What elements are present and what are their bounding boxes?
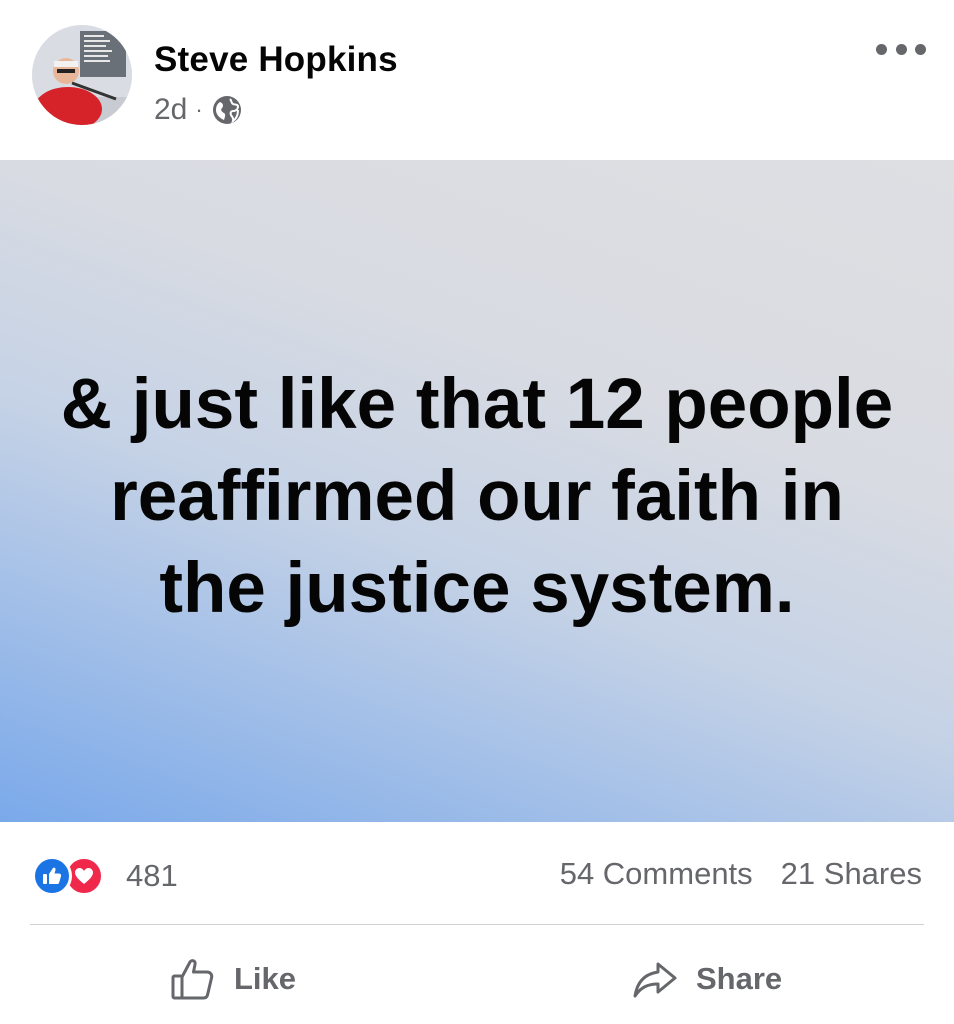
like-button[interactable]: Like [170, 950, 296, 1008]
more-options-icon[interactable] [876, 38, 926, 60]
like-label: Like [234, 961, 297, 996]
divider [30, 924, 924, 925]
reactions-summary[interactable]: 481 [32, 856, 178, 896]
post-header: Steve Hopkins 2d · [0, 0, 954, 160]
post-meta: 2d · [154, 92, 243, 128]
share-arrow-icon [632, 956, 678, 1002]
meta-separator: · [195, 97, 203, 122]
comments-count[interactable]: 54 Comments [560, 856, 753, 892]
thumbs-up-icon [170, 956, 216, 1002]
author-name[interactable]: Steve Hopkins [154, 40, 398, 80]
post-image[interactable]: & just like that 12 people reaffirmed ou… [0, 160, 954, 822]
action-bar: Like Share [0, 940, 954, 1018]
like-reaction-icon [32, 856, 72, 896]
more-dot [915, 43, 926, 55]
reaction-count: 481 [126, 858, 178, 893]
post-time[interactable]: 2d [154, 93, 187, 127]
share-button[interactable]: Share [632, 950, 782, 1008]
engagement-counts: 54 Comments 21 Shares [560, 856, 922, 892]
avatar[interactable] [32, 25, 132, 125]
more-dot [876, 43, 887, 55]
shares-count[interactable]: 21 Shares [781, 856, 922, 892]
more-dot [895, 43, 907, 55]
avatar-photo [32, 25, 132, 125]
globe-icon [211, 94, 243, 126]
share-label: Share [696, 961, 783, 996]
post-stats: 481 54 Comments 21 Shares [0, 848, 954, 906]
post-text: & just like that 12 people reaffirmed ou… [60, 365, 894, 628]
